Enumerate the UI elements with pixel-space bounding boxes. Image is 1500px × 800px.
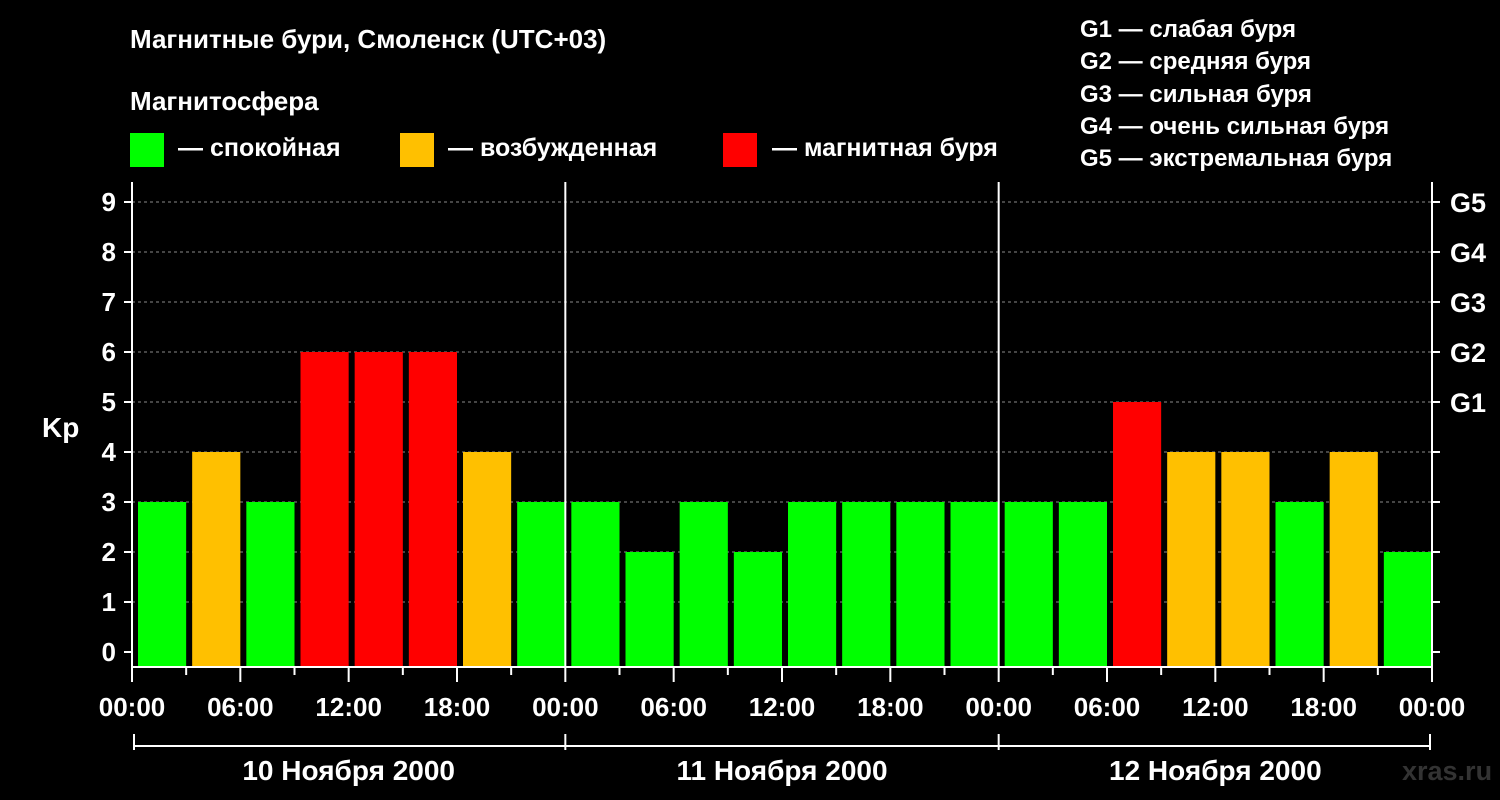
bar xyxy=(408,352,457,667)
bar xyxy=(192,452,241,667)
bar xyxy=(896,502,945,667)
x-tick-label: 06:00 xyxy=(207,692,274,722)
y-tick-label: 8 xyxy=(102,237,116,267)
y-tick-label: 6 xyxy=(102,337,116,367)
watermark: xras.ru xyxy=(1402,756,1493,786)
g-tick-label: G1 xyxy=(1450,388,1486,418)
bar xyxy=(1383,552,1432,667)
y-tick-label: 1 xyxy=(102,587,116,617)
g-tick-label: G2 xyxy=(1450,338,1486,368)
x-tick-label: 06:00 xyxy=(640,692,707,722)
day-label: 10 Ноября 2000 xyxy=(242,755,455,786)
bar xyxy=(517,502,566,667)
y-tick-label: 2 xyxy=(102,537,116,567)
bar xyxy=(1221,452,1270,667)
y-tick-label: 5 xyxy=(102,387,116,417)
bar xyxy=(1058,502,1107,667)
bar xyxy=(679,502,728,667)
y-tick-label: 4 xyxy=(102,437,117,467)
x-tick-label: 18:00 xyxy=(857,692,924,722)
g-tick-label: G4 xyxy=(1450,238,1486,268)
x-tick-label: 06:00 xyxy=(1074,692,1141,722)
bar xyxy=(625,552,674,667)
x-tick-label: 18:00 xyxy=(424,692,491,722)
x-tick-label: 12:00 xyxy=(749,692,816,722)
bar xyxy=(733,552,782,667)
y-tick-label: 0 xyxy=(102,637,116,667)
bar xyxy=(1329,452,1378,667)
x-tick-label: 12:00 xyxy=(1182,692,1249,722)
x-tick-label: 00:00 xyxy=(1399,692,1466,722)
bar xyxy=(1275,502,1324,667)
bar xyxy=(463,452,512,667)
x-tick-label: 00:00 xyxy=(965,692,1032,722)
x-tick-label: 18:00 xyxy=(1290,692,1357,722)
y-tick-label: 3 xyxy=(102,487,116,517)
kp-chart: 0 1 2 3 4 5 6 7 8 9 G1 G2 G3 G4 G5 Kp 00:00 06:00 12:00 18:… xyxy=(42,182,1486,786)
y-tick-label: 7 xyxy=(102,287,116,317)
x-tick-label: 00:00 xyxy=(99,692,166,722)
g-tick-label: G3 xyxy=(1450,288,1486,318)
bar xyxy=(300,352,349,667)
bar xyxy=(1167,452,1216,667)
x-tick-label: 00:00 xyxy=(532,692,599,722)
x-tick-label: 12:00 xyxy=(315,692,382,722)
bar xyxy=(842,502,891,667)
bar xyxy=(138,502,187,667)
y-axis-label: Kp xyxy=(42,412,79,443)
y-tick-label: 9 xyxy=(102,187,116,217)
bar xyxy=(246,502,295,667)
bar xyxy=(1113,402,1162,667)
day-label: 11 Ноября 2000 xyxy=(676,755,887,786)
bar xyxy=(571,502,620,667)
day-label: 12 Ноября 2000 xyxy=(1109,755,1322,786)
bar xyxy=(788,502,837,667)
bar xyxy=(1004,502,1053,667)
g-tick-label: G5 xyxy=(1450,188,1486,218)
bar xyxy=(950,502,999,667)
bar xyxy=(354,352,403,667)
